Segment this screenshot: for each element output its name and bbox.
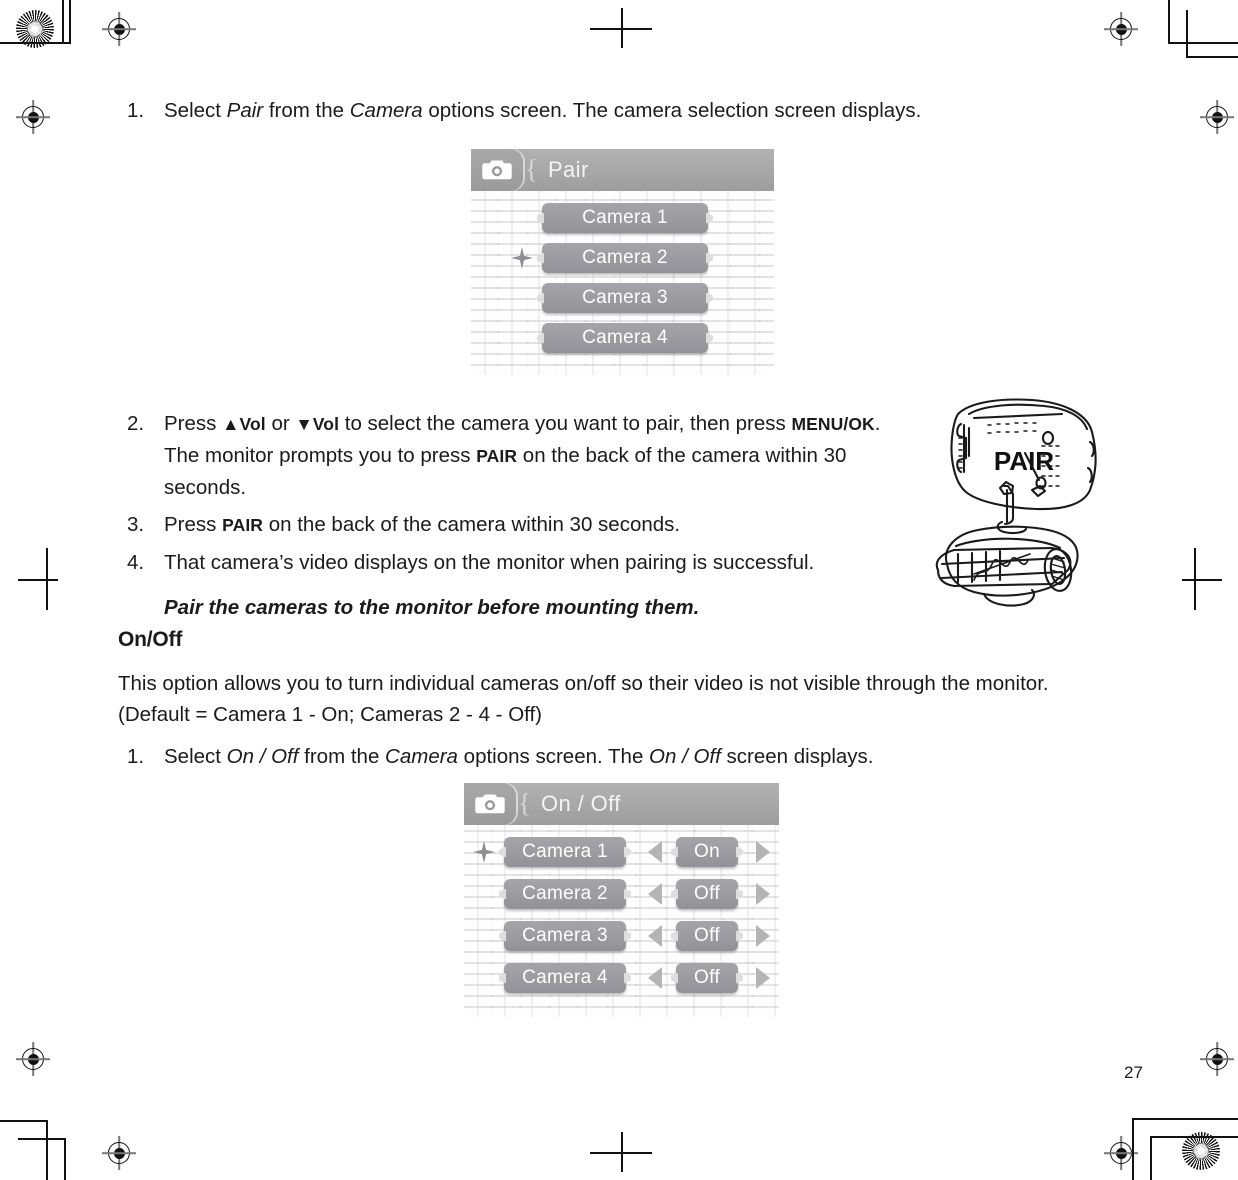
- step-text-part: from the: [298, 745, 386, 768]
- onoff-row-camera-1[interactable]: Camera 1 On: [472, 837, 774, 867]
- step-text-part: Press: [164, 412, 223, 435]
- onoff-value-button[interactable]: On: [676, 837, 738, 867]
- onoff-camera-button[interactable]: Camera 3: [504, 921, 626, 951]
- arrow-left-icon[interactable]: [644, 839, 666, 865]
- step-text: Press PAIR on the back of the camera wit…: [164, 509, 908, 541]
- tab-brace-icon: {: [518, 787, 531, 818]
- step-number-spacer: [118, 592, 164, 623]
- section-paragraph: This option allows you to turn individua…: [118, 672, 1049, 726]
- note-text: Pair the cameras to the monitor before m…: [164, 596, 700, 619]
- step-text-part: from the: [263, 99, 350, 122]
- step-text-part: Press: [164, 513, 223, 536]
- step-number: 4.: [127, 551, 145, 574]
- pair-option-button[interactable]: Camera 4: [542, 323, 708, 353]
- step-text-part: to select the camera you want to pair, t…: [339, 412, 792, 435]
- step-number: 2.: [127, 412, 145, 435]
- arrow-right-icon[interactable]: [752, 881, 774, 907]
- step-text-part: screen displays.: [720, 745, 874, 768]
- onoff-step-1: 1. Select On / Off from the Camera optio…: [118, 741, 1068, 772]
- key-label-vol-down: ▼Vol: [295, 414, 340, 434]
- pair-step-4: 4. That camera’s video displays on the m…: [118, 547, 938, 578]
- pair-row-camera-2[interactable]: Camera 2: [510, 243, 708, 273]
- step-text: That camera’s video displays on the moni…: [164, 551, 815, 574]
- onoff-row-camera-3[interactable]: Camera 3 Off: [472, 921, 774, 951]
- pair-step-3: 3. Press PAIR on the back of the camera …: [118, 509, 908, 541]
- step-text-italic: On / Off: [649, 745, 721, 768]
- pair-step-2: 2. Press ▲Vol or ▼Vol to select the came…: [118, 408, 908, 503]
- pair-step-1-list: 1. Select Pair from the Camera options s…: [118, 95, 1018, 128]
- onoff-screen-body: Camera 1 On Camera 2 Off Camera 3 Off Ca…: [464, 825, 779, 1017]
- step-number: 1.: [127, 745, 145, 768]
- onoff-value-button[interactable]: Off: [676, 963, 738, 993]
- tab-brace-icon: {: [525, 153, 538, 184]
- step-text-part: options screen. The camera selection scr…: [422, 99, 922, 122]
- key-label-menu-ok: MENU/OK: [791, 414, 875, 434]
- arrow-left-icon[interactable]: [644, 881, 666, 907]
- page-content: 1. Select Pair from the Camera options s…: [0, 0, 1238, 1180]
- step-text-part: on the back of the camera within 30 seco…: [263, 513, 681, 536]
- onoff-screen-mock: { On / Off Camera 1 On Camera 2 Off Came…: [464, 783, 779, 1017]
- step-text: Select Pair from the Camera options scre…: [164, 95, 1018, 126]
- onoff-step-1-list: 1. Select On / Off from the Camera optio…: [118, 741, 1068, 774]
- key-label-vol-up: ▲Vol: [222, 414, 266, 434]
- pair-note: Pair the cameras to the monitor before m…: [118, 592, 908, 623]
- pair-row-camera-4[interactable]: Camera 4: [510, 323, 708, 353]
- selection-star-icon: [510, 246, 534, 270]
- onoff-camera-button[interactable]: Camera 2: [504, 879, 626, 909]
- pair-row-camera-3[interactable]: Camera 3: [510, 283, 708, 313]
- pair-row-camera-1[interactable]: Camera 1: [510, 203, 708, 233]
- step-text-italic: Camera: [349, 99, 423, 122]
- step-text: Select On / Off from the Camera options …: [164, 741, 1068, 772]
- step-text-part: options screen. The: [457, 745, 650, 768]
- pair-screen-body: Camera 1 Camera 2 Camera 3 Camera 4: [471, 191, 774, 375]
- arrow-right-icon[interactable]: [752, 923, 774, 949]
- step-text-italic: On / Off: [226, 745, 299, 768]
- step-number: 1.: [127, 99, 145, 122]
- pair-option-button[interactable]: Camera 3: [542, 283, 708, 313]
- pair-option-button[interactable]: Camera 2: [542, 243, 708, 273]
- arrow-left-icon[interactable]: [644, 965, 666, 991]
- onoff-row-camera-2[interactable]: Camera 2 Off: [472, 879, 774, 909]
- onoff-screen-title: On / Off: [540, 791, 621, 816]
- selection-star-icon: [472, 840, 496, 864]
- camera-back-illustration: PAIR: [912, 398, 1108, 626]
- pair-screen-title: Pair: [547, 157, 589, 182]
- camera-icon: [471, 149, 523, 191]
- onoff-camera-button[interactable]: Camera 4: [504, 963, 626, 993]
- onoff-screen-header: { On / Off: [464, 783, 779, 825]
- step-text-part: Select: [164, 99, 227, 122]
- pair-steps-list: 2. Press ▲Vol or ▼Vol to select the came…: [118, 408, 908, 625]
- key-label-pair: PAIR: [222, 515, 264, 535]
- pair-screen-mock: { Pair Camera 1 Camera 2 Camera 3 Camera…: [471, 149, 774, 375]
- onoff-value-button[interactable]: Off: [676, 879, 738, 909]
- section-heading-onoff: On/Off: [118, 628, 183, 651]
- step-text: Press ▲Vol or ▼Vol to select the camera …: [164, 408, 908, 503]
- pair-option-button[interactable]: Camera 1: [542, 203, 708, 233]
- step-text-italic: Pair: [226, 99, 264, 122]
- key-label-pair: PAIR: [476, 446, 518, 466]
- svg-text:PAIR: PAIR: [994, 446, 1054, 476]
- step-text-part: Select: [164, 745, 227, 768]
- pair-screen-header: { Pair: [471, 149, 774, 191]
- page-number: 27: [1124, 1063, 1143, 1082]
- onoff-camera-button[interactable]: Camera 1: [504, 837, 626, 867]
- step-text-italic: Camera: [385, 745, 458, 768]
- onoff-row-camera-4[interactable]: Camera 4 Off: [472, 963, 774, 993]
- manual-page: 1. Select Pair from the Camera options s…: [0, 0, 1238, 1180]
- step-number: 3.: [127, 513, 145, 536]
- onoff-value-button[interactable]: Off: [676, 921, 738, 951]
- camera-icon: [464, 783, 516, 825]
- arrow-left-icon[interactable]: [644, 923, 666, 949]
- arrow-right-icon[interactable]: [752, 965, 774, 991]
- step-text-part: or: [265, 412, 296, 435]
- arrow-right-icon[interactable]: [752, 839, 774, 865]
- pair-step-1: 1. Select Pair from the Camera options s…: [118, 95, 1018, 126]
